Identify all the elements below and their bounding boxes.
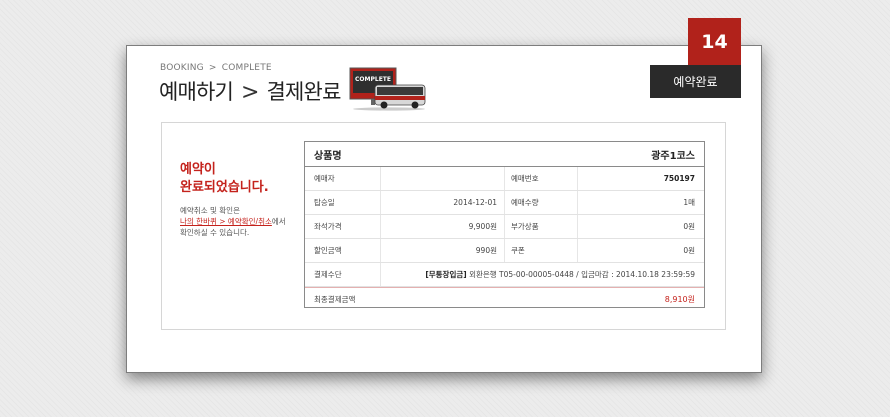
seat-price-value: 9,900원 [381,215,505,238]
breadcrumb-complete: COMPLETE [221,63,272,73]
discount-value: 990원 [381,239,505,262]
message-text-line2: 나의 한바퀴 > 예약확인/취소에서 [180,216,305,227]
payment-method-detail: 외환은행 T05-00-00005-0448 / 입금마감 : 2014.10.… [469,270,695,279]
ticket-quantity-value: 1매 [683,198,695,207]
seat-price-label: 좌석가격 [305,215,381,238]
message-text-line1: 예약취소 및 확인은 [180,206,240,215]
message-title-line1: 예약이 [180,162,216,177]
product-header-row: 상품명 광주1코스 [305,142,704,167]
sign-text: COMPLETE [355,76,391,83]
step-label-badge: 예약완료 [650,65,741,98]
payment-method-value: [무통장입금] 외환은행 T05-00-00005-0448 / 입금마감 : … [381,263,704,286]
breadcrumb: BOOKING > COMPLETE [160,63,272,73]
boarding-date-label: 탑승일 [305,191,381,214]
bus-complete-icon: COMPLETE [349,67,426,111]
page-title-separator: > [240,80,259,105]
payment-method-type: [무통장입금] [425,270,467,279]
booking-summary-panel: 예약이 완료되었습니다. 예약취소 및 확인은 나의 한바퀴 > 예약확인/취소… [161,122,726,330]
extra-products-label: 부가상품 [505,215,578,238]
product-name-label: 상품명 [314,150,342,162]
breadcrumb-separator: > [208,63,217,73]
page-title-booking: 예매하기 [159,80,234,104]
message-link-suffix: 에서 [271,217,286,226]
message-title: 예약이 완료되었습니다. [180,161,305,197]
final-amount-value: 8,910원 [664,295,695,304]
table-row: 예매자 예매번호 750197 [305,167,704,191]
booker-label: 예매자 [305,167,381,190]
discount-label: 할인금액 [305,239,381,262]
product-name-value: 광주1코스 [651,150,695,162]
extra-products-value: 0원 [683,222,695,231]
message-text-line3: 확인하실 수 있습니다. [180,228,250,237]
coupon-label: 쿠폰 [505,239,578,262]
ticket-quantity-label: 예매수량 [505,191,578,214]
booking-detail-table: 상품명 광주1코스 예매자 예매번호 750197 탑승일 2014-12-01… [304,141,705,308]
booking-number-value: 750197 [663,174,695,183]
breadcrumb-booking: BOOKING [160,63,204,73]
message-title-line2: 완료되었습니다. [180,180,269,195]
payment-method-label: 결제수단 [305,263,381,286]
final-amount-row: 최종결제금액 8,910원 [305,287,704,311]
booking-number-label: 예매번호 [505,167,578,190]
coupon-value: 0원 [683,246,695,255]
page-title: 예매하기 > 결제완료 [159,76,341,106]
boarding-date-value: 2014-12-01 [381,191,505,214]
step-number-badge: 14 [688,18,741,65]
payment-method-row: 결제수단 [무통장입금] 외환은행 T05-00-00005-0448 / 입금… [305,263,704,287]
booker-value [381,167,505,190]
table-row: 좌석가격 9,900원 부가상품 0원 [305,215,704,239]
table-row: 할인금액 990원 쿠폰 0원 [305,239,704,263]
message-text: 예약취소 및 확인은 나의 한바퀴 > 예약확인/취소에서 확인하실 수 있습니… [180,205,305,238]
completion-message: 예약이 완료되었습니다. 예약취소 및 확인은 나의 한바퀴 > 예약확인/취소… [180,161,305,238]
final-amount-label: 최종결제금액 [314,295,356,304]
table-row: 탑승일 2014-12-01 예매수량 1매 [305,191,704,215]
page-title-payment-complete: 결제완료 [266,80,342,104]
my-booking-link[interactable]: 나의 한바퀴 > 예약확인/취소 [180,217,272,226]
